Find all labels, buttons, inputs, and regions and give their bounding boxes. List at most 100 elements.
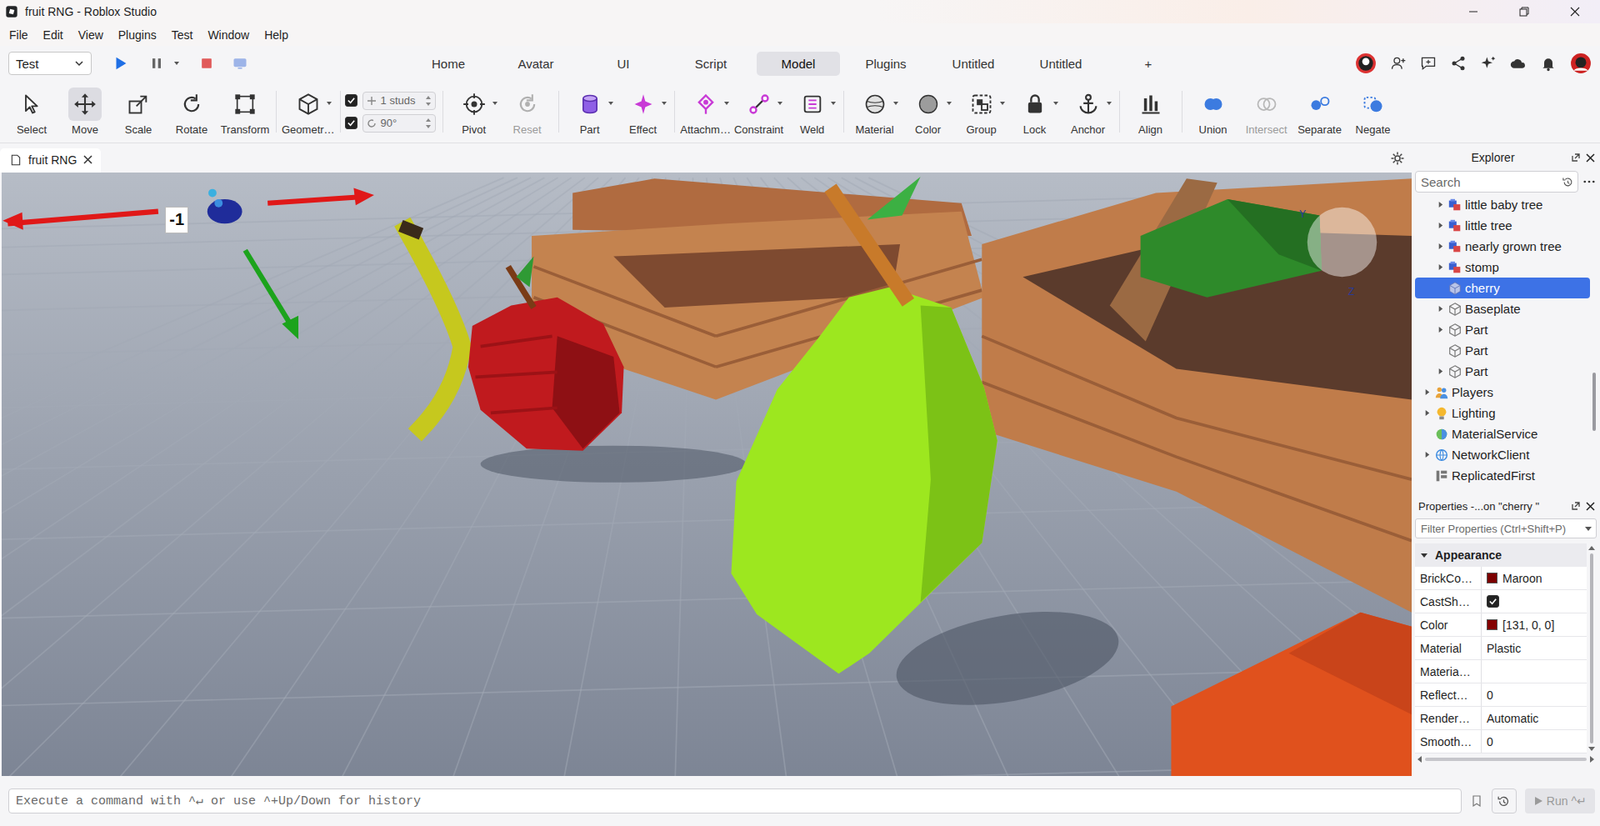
expand-arrow-icon[interactable]	[1436, 242, 1445, 250]
property-row[interactable]: MaterialPlastic	[1415, 636, 1587, 660]
dropdown-caret[interactable]	[491, 100, 499, 107]
run-button[interactable]: Run ^↵	[1525, 788, 1595, 814]
expand-toggle[interactable]	[1435, 325, 1445, 335]
dropdown-caret[interactable]	[776, 100, 784, 107]
effect-tool[interactable]: Effect	[616, 80, 670, 143]
expand-arrow-icon[interactable]	[1423, 409, 1431, 417]
align-tool[interactable]: Align	[1124, 80, 1178, 143]
collapse-arrow-icon[interactable]	[1420, 550, 1429, 560]
play-icon[interactable]	[111, 54, 130, 73]
close-button[interactable]	[1549, 0, 1600, 24]
union-tool[interactable]: Union	[1186, 80, 1240, 143]
snap-checkbox[interactable]	[345, 94, 358, 107]
expand-toggle[interactable]	[1421, 450, 1432, 460]
transform-tool[interactable]: Transform	[218, 80, 272, 143]
3d-viewport[interactable]: YZ-1	[1, 172, 1412, 776]
snap-field[interactable]: 1 studs	[362, 91, 436, 110]
expand-toggle[interactable]	[1435, 200, 1445, 210]
property-row[interactable]: BrickCo…Maroon	[1415, 566, 1587, 590]
dropdown-caret[interactable]	[830, 100, 837, 107]
properties-filter-input[interactable]	[1419, 521, 1585, 536]
stop-icon[interactable]	[198, 55, 215, 72]
ribbon-tab[interactable]: Untitled	[1019, 51, 1103, 76]
explorer-item[interactable]: cherry	[1415, 277, 1590, 299]
expand-toggle[interactable]	[1435, 304, 1445, 315]
filter-dropdown-icon[interactable]	[1584, 524, 1593, 533]
pop-out-icon[interactable]	[1570, 500, 1581, 511]
negate-tool[interactable]: Negate	[1346, 80, 1400, 143]
color-tool[interactable]: Color	[901, 80, 955, 143]
dropdown-caret[interactable]	[723, 100, 730, 107]
dropdown-caret[interactable]	[607, 100, 615, 107]
property-value[interactable]: 0	[1486, 688, 1494, 702]
minimize-button[interactable]	[1447, 0, 1499, 24]
menu-item[interactable]: Plugins	[110, 25, 165, 45]
expand-arrow-icon[interactable]	[1436, 200, 1445, 209]
property-row[interactable]: Materia…	[1415, 660, 1587, 684]
viewport-settings-gear-icon[interactable]	[1390, 150, 1405, 166]
property-value[interactable]: 0	[1486, 735, 1494, 749]
explorer-item[interactable]: Part	[1415, 340, 1590, 361]
explorer-item[interactable]: NetworkClient	[1415, 444, 1590, 465]
property-value[interactable]: Plastic	[1486, 641, 1521, 655]
material-tool[interactable]: Material	[848, 80, 902, 143]
dropdown-caret[interactable]	[892, 100, 900, 107]
color-swatch[interactable]	[1486, 619, 1498, 630]
anchor-tool[interactable]: Anchor	[1061, 80, 1115, 143]
separate-tool[interactable]: Separate	[1293, 80, 1347, 143]
ribbon-tab[interactable]: Script	[669, 51, 753, 76]
ribbon-tab[interactable]: UI	[581, 51, 665, 76]
explorer-item[interactable]: stomp	[1415, 256, 1590, 278]
dropdown-caret[interactable]	[1052, 100, 1060, 107]
close-panel-icon[interactable]	[1585, 500, 1595, 511]
explorer-scrollbar[interactable]	[1592, 372, 1596, 431]
group-tool[interactable]: Group	[955, 80, 1009, 143]
pivot-tool[interactable]: Pivot	[447, 80, 501, 143]
property-row[interactable]: Color[131, 0, 0]	[1415, 613, 1587, 637]
color-swatch[interactable]	[1486, 572, 1498, 584]
ribbon-tab[interactable]: Model	[756, 51, 840, 76]
menu-item[interactable]: Help	[256, 25, 296, 45]
chat-icon[interactable]	[1420, 55, 1437, 72]
select-tool[interactable]: Select	[5, 80, 59, 143]
ribbon-tab[interactable]: Untitled	[931, 51, 1015, 76]
scale-tool[interactable]: Scale	[111, 80, 165, 143]
document-tab[interactable]: fruit RNG	[0, 148, 101, 173]
expand-toggle[interactable]	[1421, 408, 1432, 419]
explorer-item[interactable]: Baseplate	[1415, 298, 1590, 320]
pause-icon[interactable]	[148, 55, 165, 72]
explorer-item[interactable]: Part	[1415, 319, 1590, 340]
expand-toggle[interactable]	[1435, 220, 1445, 231]
ribbon-tab[interactable]: +	[1106, 51, 1190, 76]
expand-arrow-icon[interactable]	[1436, 221, 1445, 230]
snap-field[interactable]: 90°	[362, 114, 436, 133]
restore-button[interactable]	[1498, 0, 1550, 24]
properties-scrollbar[interactable]	[1586, 543, 1597, 754]
menu-item[interactable]: Window	[200, 25, 257, 45]
property-row[interactable]: Smooth…0	[1415, 730, 1587, 754]
bookmark-icon[interactable]	[1470, 794, 1484, 808]
share-icon[interactable]	[1450, 55, 1467, 72]
menu-item[interactable]: File	[1, 25, 36, 45]
expand-arrow-icon[interactable]	[1423, 388, 1431, 396]
rotate-tool[interactable]: Rotate	[165, 80, 219, 143]
profile-avatar-icon[interactable]	[1570, 52, 1592, 75]
ribbon-tab[interactable]: Home	[406, 51, 490, 76]
dropdown-caret[interactable]	[660, 100, 668, 107]
chevron-down-icon[interactable]	[173, 60, 180, 67]
ribbon-tab[interactable]: Plugins	[844, 51, 928, 76]
expand-arrow-icon[interactable]	[1436, 305, 1445, 313]
property-category[interactable]: Appearance	[1415, 543, 1587, 567]
assistant-sparkle-icon[interactable]	[1480, 55, 1497, 72]
expand-toggle[interactable]	[1435, 241, 1445, 252]
scene[interactable]: YZ	[1, 172, 1412, 776]
more-options-icon[interactable]	[1581, 174, 1597, 190]
property-value[interactable]: [131, 0, 0]	[1502, 618, 1555, 632]
dropdown-caret[interactable]	[1105, 100, 1113, 107]
explorer-item[interactable]: nearly grown tree	[1415, 235, 1590, 257]
lock-tool[interactable]: Lock	[1008, 80, 1062, 143]
explorer-item[interactable]: MaterialService	[1415, 423, 1590, 445]
explorer-item[interactable]: ReplicatedFirst	[1415, 465, 1590, 486]
geometry-tool[interactable]: Geometr…	[280, 80, 336, 143]
explorer-search-input[interactable]	[1419, 174, 1562, 190]
